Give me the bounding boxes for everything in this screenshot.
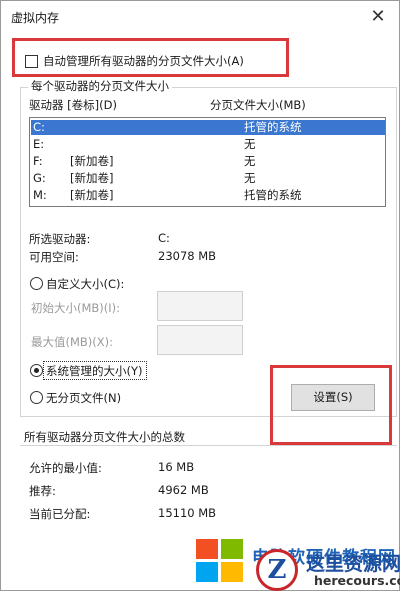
custom-size-radio[interactable]: [30, 277, 43, 290]
selected-drive-value: C:: [158, 231, 170, 245]
drive-row-f[interactable]: F: [新加卷] 无: [31, 154, 385, 169]
min-allowed-label: 允许的最小值:: [29, 461, 102, 475]
max-size-label: 最大值(MB)(X):: [31, 335, 114, 349]
recommended-value: 4962 MB: [158, 483, 209, 497]
min-allowed-value: 16 MB: [158, 460, 195, 474]
current-allocated-label: 当前已分配:: [29, 507, 91, 521]
drive-letter: G:: [33, 171, 46, 185]
watermark-en-text: herecours.com: [314, 573, 400, 588]
totals-group-legend: 所有驱动器分页文件大小的总数: [24, 430, 185, 444]
system-managed-label[interactable]: 系统管理的大小(Y): [46, 363, 143, 379]
windows-logo-icon: [196, 539, 244, 583]
initial-size-label: 初始大小(MB)(I):: [31, 301, 121, 315]
virtual-memory-dialog: 虚拟内存 ✕ 自动管理所有驱动器的分页文件大小(A) 每个驱动器的分页文件大小 …: [0, 0, 400, 591]
checkbox-icon[interactable]: [25, 54, 38, 68]
drive-paging-size: 无: [244, 137, 256, 151]
drive-volume-label: [新加卷]: [70, 188, 114, 202]
drive-letter: M:: [33, 188, 47, 202]
free-space-value: 23078 MB: [158, 249, 217, 263]
selected-drive-label: 所选驱动器:: [29, 232, 91, 246]
title-bar: 虚拟内存 ✕: [1, 1, 399, 33]
set-button[interactable]: 设置(S): [291, 384, 375, 411]
totals-divider: [20, 445, 397, 446]
initial-size-input[interactable]: [157, 291, 243, 321]
drive-paging-size: 托管的系统: [244, 188, 302, 202]
no-paging-file-radio[interactable]: [30, 391, 43, 404]
drive-column-header: 驱动器 [卷标](D): [29, 98, 117, 112]
watermark: 电脑软硬件教程网 Z 这里资源网 herecours.com: [196, 533, 400, 591]
current-allocated-value: 15110 MB: [158, 506, 217, 520]
close-icon[interactable]: ✕: [365, 4, 391, 30]
drives-group-legend: 每个驱动器的分页文件大小: [28, 78, 172, 94]
no-paging-file-label[interactable]: 无分页文件(N): [46, 390, 121, 406]
drive-paging-size: 无: [244, 154, 256, 168]
drive-row-m[interactable]: M: [新加卷] 托管的系统: [31, 188, 385, 203]
drive-letter: C:: [33, 120, 45, 134]
recommended-label: 推荐:: [29, 484, 56, 498]
drive-letter: F:: [33, 154, 43, 168]
max-size-input[interactable]: [157, 325, 243, 355]
size-column-header: 分页文件大小(MB): [210, 98, 306, 112]
watermark-cn-text: 这里资源网: [306, 553, 400, 575]
watermark-logo-icon: Z: [256, 549, 298, 591]
drive-row-g[interactable]: G: [新加卷] 无: [31, 171, 385, 186]
drive-paging-size: 无: [244, 171, 256, 185]
auto-manage-label: 自动管理所有驱动器的分页文件大小(A): [43, 54, 244, 68]
free-space-label: 可用空间:: [29, 250, 79, 264]
drive-volume-label: [新加卷]: [70, 171, 114, 185]
drive-row-e[interactable]: E: 无: [31, 137, 385, 152]
drive-paging-size: 托管的系统: [244, 120, 302, 134]
window-title: 虚拟内存: [11, 11, 60, 25]
auto-manage-checkbox[interactable]: 自动管理所有驱动器的分页文件大小(A): [25, 52, 244, 70]
system-managed-radio[interactable]: [30, 364, 43, 377]
custom-size-label[interactable]: 自定义大小(C):: [46, 276, 124, 292]
drive-volume-label: [新加卷]: [70, 154, 114, 168]
drive-row-c[interactable]: C: 托管的系统: [31, 120, 385, 135]
drive-letter: E:: [33, 137, 45, 151]
drive-list[interactable]: C: 托管的系统 E: 无 F: [新加卷] 无 G: [新加卷] 无 M: […: [29, 117, 386, 207]
